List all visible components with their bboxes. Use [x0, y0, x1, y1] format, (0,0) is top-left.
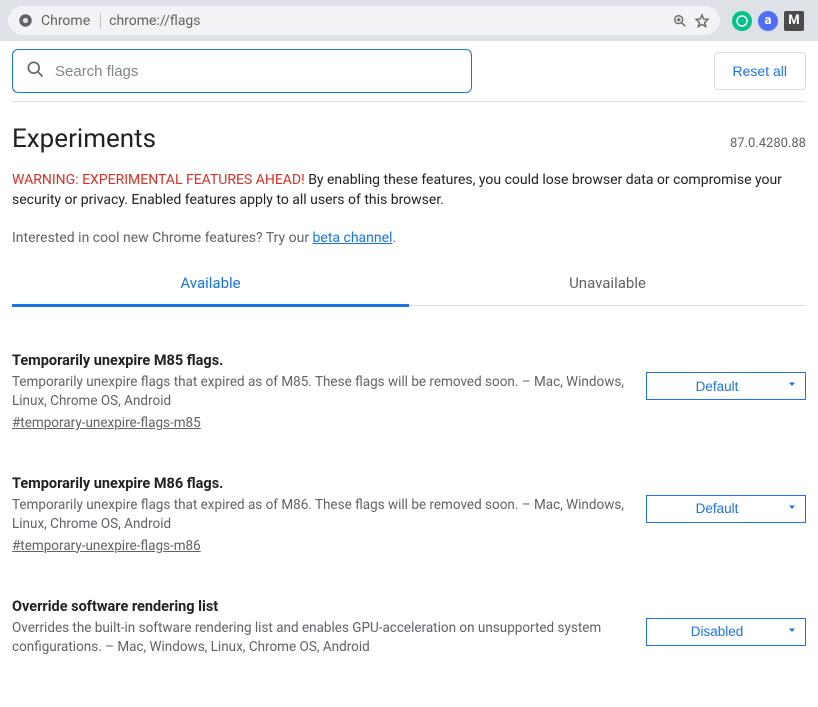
flag-title: Override software rendering list: [12, 598, 626, 619]
flag-hash-link[interactable]: #temporary-unexpire-flags-m85: [12, 415, 201, 431]
url-text: chrome://flags: [109, 13, 200, 29]
flag-hash-link[interactable]: #temporary-unexpire-flags-m86: [12, 538, 201, 554]
beta-channel-link[interactable]: beta channel: [313, 230, 393, 246]
search-icon: [25, 59, 45, 83]
header-row: Experiments 87.0.4280.88: [12, 102, 806, 162]
warning-text: WARNING: EXPERIMENTAL FEATURES AHEAD! By…: [12, 162, 806, 211]
page-title: Experiments: [12, 124, 156, 154]
flag-state-select[interactable]: Default: [646, 372, 806, 400]
flag-list: Temporarily unexpire M85 flags. Temporar…: [12, 334, 806, 706]
flag-item: Temporarily unexpire M86 flags. Temporar…: [12, 457, 806, 580]
url-scheme-label: Chrome: [41, 13, 101, 29]
flag-state-select[interactable]: Default: [646, 495, 806, 523]
bookmark-star-icon[interactable]: [694, 13, 710, 29]
beta-channel-row: Interested in cool new Chrome features? …: [12, 211, 806, 263]
zoom-icon[interactable]: [672, 13, 688, 29]
extension-icon-blue[interactable]: a: [758, 11, 778, 31]
chrome-icon: [18, 13, 33, 28]
flag-item: Temporarily unexpire M85 flags. Temporar…: [12, 334, 806, 457]
flag-state-select[interactable]: Disabled: [646, 618, 806, 646]
tabs: Available Unavailable: [12, 262, 806, 306]
flag-item: Override software rendering list Overrid…: [12, 580, 806, 687]
flags-topbar: Reset all: [12, 41, 806, 102]
flag-description: Temporarily unexpire flags that expired …: [12, 373, 626, 415]
extension-icons: a M: [726, 11, 810, 31]
beta-post: .: [392, 230, 396, 246]
flag-description: Temporarily unexpire flags that expired …: [12, 496, 626, 538]
omnibox[interactable]: Chrome chrome://flags: [8, 6, 720, 35]
browser-addressbar: Chrome chrome://flags a M: [0, 0, 818, 41]
extension-icon-dark[interactable]: M: [784, 11, 804, 31]
extension-icon-green[interactable]: [732, 11, 752, 31]
version-label: 87.0.4280.88: [730, 136, 806, 151]
search-flags-box[interactable]: [12, 49, 472, 93]
beta-pre: Interested in cool new Chrome features? …: [12, 230, 313, 246]
flag-description: Overrides the built-in software renderin…: [12, 619, 626, 661]
flag-title: Temporarily unexpire M86 flags.: [12, 475, 626, 496]
warning-red: WARNING: EXPERIMENTAL FEATURES AHEAD!: [12, 172, 305, 188]
tab-unavailable[interactable]: Unavailable: [409, 262, 806, 305]
flag-title: Temporarily unexpire M85 flags.: [12, 352, 626, 373]
reset-all-button[interactable]: Reset all: [714, 52, 806, 90]
tab-available[interactable]: Available: [12, 262, 409, 307]
search-input[interactable]: [55, 63, 459, 80]
